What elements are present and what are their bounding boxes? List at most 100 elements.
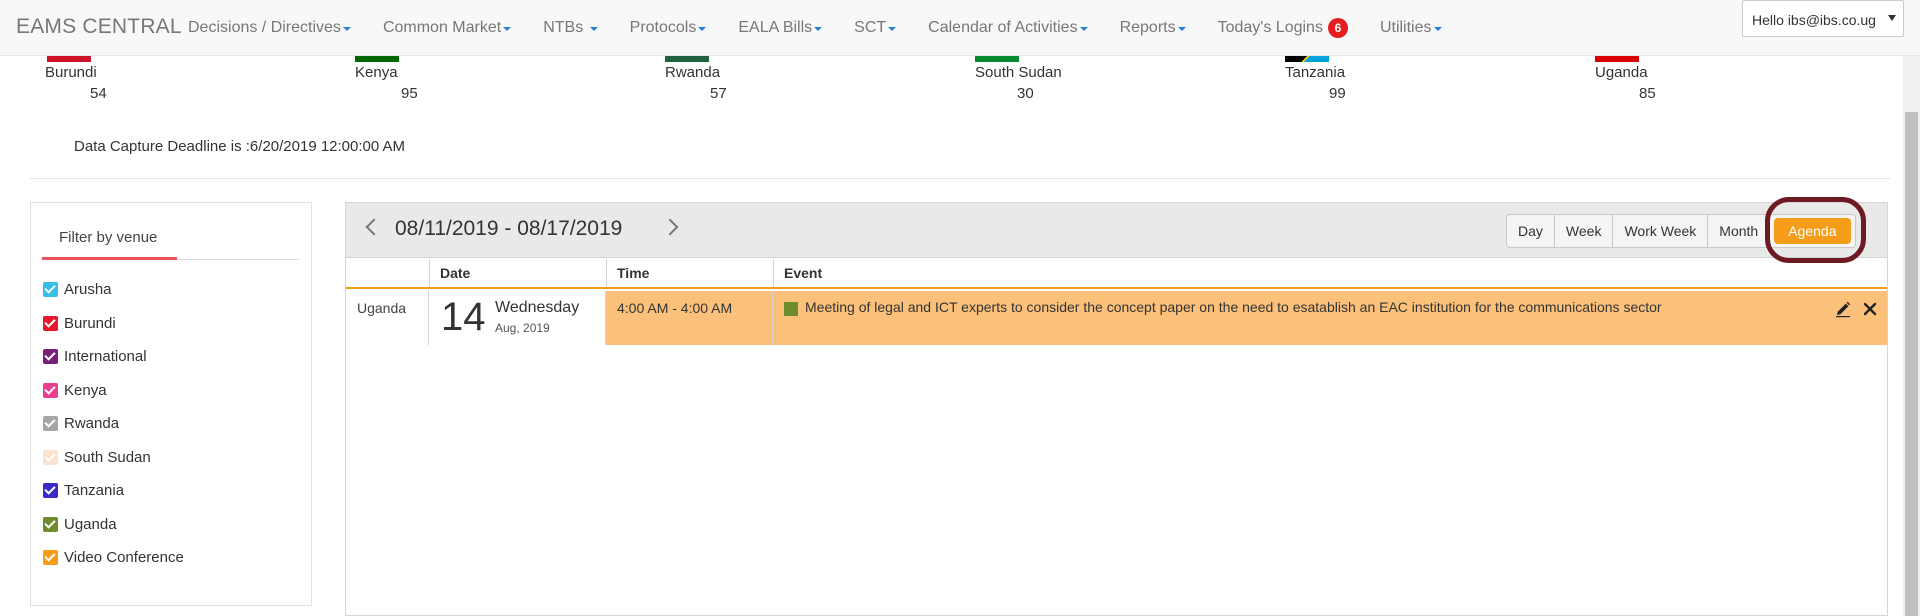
checkbox-checked-icon[interactable] bbox=[43, 281, 58, 297]
caret-down-icon bbox=[589, 27, 598, 31]
checkbox-checked-icon[interactable] bbox=[43, 516, 58, 532]
nav-label: Reports bbox=[1119, 19, 1176, 36]
venue-filter-burundi[interactable]: Burundi bbox=[43, 313, 116, 333]
checkbox-checked-icon[interactable] bbox=[43, 382, 58, 398]
date-range-label[interactable]: 08/11/2019 - 08/17/2019 bbox=[395, 217, 622, 241]
country-name: South Sudan bbox=[975, 64, 1062, 81]
active-tab-indicator bbox=[42, 257, 177, 260]
column-header-date: Date bbox=[429, 259, 606, 287]
nav-label: Utilities bbox=[1379, 19, 1432, 36]
scrollbar-thumb[interactable] bbox=[1905, 112, 1918, 616]
column-header-event: Event bbox=[773, 259, 1887, 287]
venue-filter-rwanda[interactable]: Rwanda bbox=[43, 413, 119, 433]
event-day-number: 14 bbox=[441, 295, 486, 339]
checkbox-checked-icon[interactable] bbox=[43, 482, 58, 498]
venue-label: South Sudan bbox=[64, 448, 151, 466]
data-capture-deadline: Data Capture Deadline is :6/20/2019 12:0… bbox=[74, 138, 406, 155]
user-menu[interactable]: Hello ibs@ibs.co.ug bbox=[1742, 0, 1904, 37]
top-navbar: EAMS CENTRAL Decisions / Directives Comm… bbox=[0, 0, 1920, 56]
venue-filter-video-conference[interactable]: Video Conference bbox=[43, 547, 184, 567]
venue-label: International bbox=[64, 347, 147, 365]
caret-down-icon bbox=[814, 27, 823, 31]
checkbox-checked-icon[interactable] bbox=[43, 348, 58, 364]
nav-todays-logins[interactable]: Today's Logins 6 bbox=[1218, 18, 1348, 38]
burundi-flag-icon bbox=[47, 56, 91, 62]
view-month-button[interactable]: Month bbox=[1708, 215, 1771, 247]
checkbox-checked-icon[interactable] bbox=[43, 415, 58, 431]
venue-filter-international[interactable]: International bbox=[43, 346, 147, 366]
country-name: Rwanda bbox=[665, 64, 721, 81]
venue-filter-uganda[interactable]: Uganda bbox=[43, 514, 117, 534]
nav-utilities[interactable]: Utilities bbox=[1380, 19, 1442, 37]
dropdown-arrow-icon bbox=[1888, 15, 1896, 21]
agenda-scheduler: 08/11/2019 - 08/17/2019 Day Week Work We… bbox=[345, 202, 1888, 616]
venue-label: Kenya bbox=[64, 381, 107, 399]
chevron-left-icon[interactable] bbox=[365, 218, 383, 236]
nav-decisions-directives[interactable]: Decisions / Directives bbox=[188, 19, 351, 37]
nav-label: Calendar of Activities bbox=[928, 19, 1078, 36]
delete-x-icon[interactable] bbox=[1861, 300, 1879, 318]
nav-label: Common Market bbox=[382, 19, 502, 36]
venue-filter-tanzania[interactable]: Tanzania bbox=[43, 480, 124, 500]
nav-calendar-of-activities[interactable]: Calendar of Activities bbox=[928, 19, 1088, 37]
nav-common-market[interactable]: Common Market bbox=[382, 19, 512, 37]
nav-label: SCT bbox=[854, 19, 887, 36]
caret-down-icon bbox=[503, 27, 512, 31]
venue-label: Video Conference bbox=[64, 548, 184, 566]
caret-down-icon bbox=[1177, 27, 1186, 31]
view-work-week-button[interactable]: Work Week bbox=[1613, 215, 1709, 247]
country-value: 95 bbox=[401, 85, 418, 102]
filter-tab-venue[interactable]: Filter by venue bbox=[59, 229, 157, 246]
nav-eala-bills[interactable]: EALA Bills bbox=[738, 19, 823, 37]
venue-label: Tanzania bbox=[64, 481, 125, 499]
agenda-header-row: Date Time Event bbox=[346, 259, 1887, 289]
country-value: 99 bbox=[1329, 85, 1346, 102]
event-details[interactable]: Meeting of legal and ICT experts to cons… bbox=[773, 291, 1887, 345]
venue-filter-arusha[interactable]: Arusha bbox=[43, 279, 112, 299]
country-value: 30 bbox=[1017, 85, 1034, 102]
nav-reports[interactable]: Reports bbox=[1120, 19, 1186, 37]
logins-count-badge: 6 bbox=[1327, 18, 1348, 38]
main-nav: Decisions / Directives Common Market NTB… bbox=[188, 0, 1474, 56]
venue-filter-kenya[interactable]: Kenya bbox=[43, 380, 107, 400]
country-value: 57 bbox=[710, 85, 727, 102]
nav-label: Today's Logins bbox=[1217, 19, 1323, 36]
venue-label: Arusha bbox=[64, 280, 112, 298]
venue-color-swatch bbox=[784, 302, 798, 316]
nav-ntbs[interactable]: NTBs bbox=[543, 19, 598, 37]
nav-label: EALA Bills bbox=[738, 19, 813, 36]
venue-label: Uganda bbox=[64, 515, 117, 533]
country-name: Kenya bbox=[355, 64, 398, 81]
divider bbox=[30, 178, 1890, 179]
event-date: 14 Wednesday Aug, 2019 bbox=[429, 291, 606, 345]
caret-down-icon bbox=[888, 27, 897, 31]
agenda-event-row[interactable]: Uganda 14 Wednesday Aug, 2019 4:00 AM - … bbox=[346, 291, 1887, 345]
venue-label: Burundi bbox=[64, 314, 116, 332]
event-time: 4:00 AM - 4:00 AM bbox=[606, 291, 773, 345]
edit-pencil-icon[interactable] bbox=[1834, 300, 1852, 318]
chevron-right-icon[interactable] bbox=[661, 218, 679, 236]
nav-protocols[interactable]: Protocols bbox=[630, 19, 707, 37]
column-header-time: Time bbox=[606, 259, 773, 287]
brand-logo[interactable]: EAMS CENTRAL bbox=[16, 15, 182, 39]
nav-sct[interactable]: SCT bbox=[854, 19, 897, 37]
view-day-button[interactable]: Day bbox=[1507, 215, 1555, 247]
event-weekday: Wednesday bbox=[495, 299, 580, 316]
venue-filter-south-sudan[interactable]: South Sudan bbox=[43, 447, 151, 467]
uganda-flag-icon bbox=[1595, 56, 1639, 62]
venue-label: Rwanda bbox=[64, 414, 120, 432]
caret-down-icon bbox=[1079, 27, 1088, 31]
country-name: Uganda bbox=[1595, 64, 1648, 81]
south-sudan-flag-icon bbox=[975, 56, 1019, 62]
venue-filter-panel: Filter by venue Arusha Burundi Internati… bbox=[30, 202, 312, 606]
nav-label: NTBs bbox=[543, 19, 584, 36]
checkbox-checked-icon[interactable] bbox=[43, 549, 58, 565]
event-month-year: Aug, 2019 bbox=[495, 321, 550, 335]
checkbox-checked-icon[interactable] bbox=[43, 449, 58, 465]
user-greeting: Hello ibs@ibs.co.ug bbox=[1752, 12, 1876, 28]
checkbox-checked-icon[interactable] bbox=[43, 315, 58, 331]
nav-label: Protocols bbox=[629, 19, 697, 36]
kenya-flag-icon bbox=[355, 56, 399, 62]
view-week-button[interactable]: Week bbox=[1555, 215, 1614, 247]
page-scrollbar[interactable] bbox=[1903, 56, 1920, 616]
